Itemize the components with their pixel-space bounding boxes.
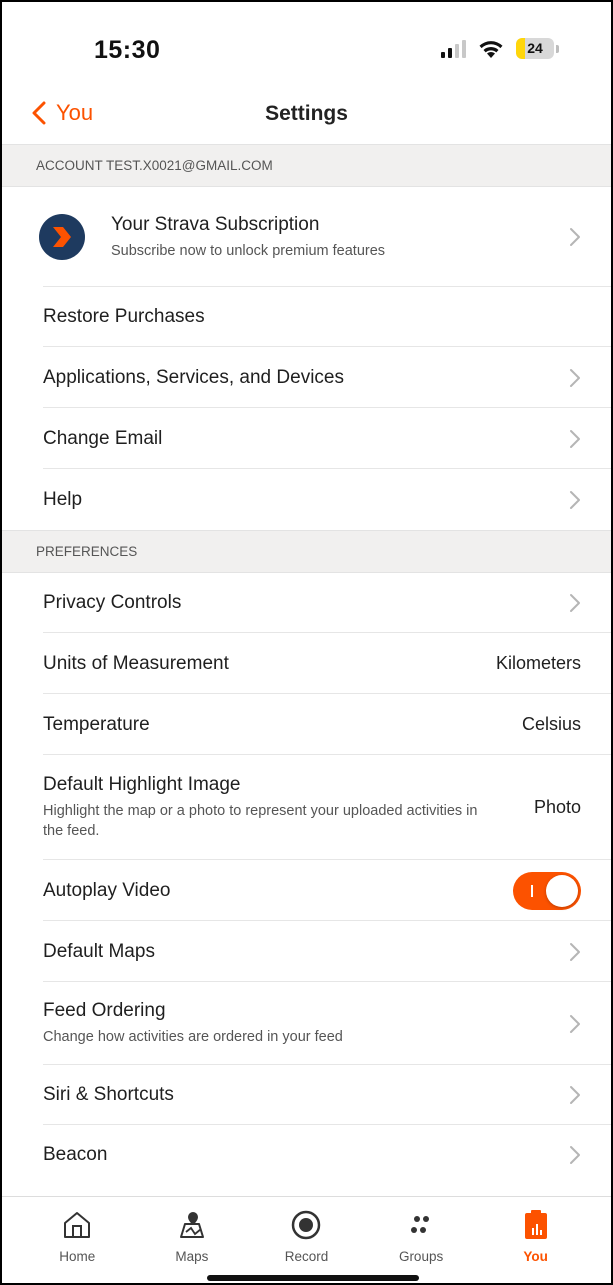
chevron-right-icon: [570, 368, 580, 387]
temperature-value: Celsius: [521, 714, 581, 734]
battery-icon: 24: [516, 38, 559, 59]
battery-level: 24: [527, 40, 543, 56]
section-header-preferences: PREFERENCES: [2, 530, 611, 573]
autoplay-video-toggle[interactable]: [513, 871, 581, 910]
privacy-controls-label: Privacy Controls: [43, 592, 182, 613]
page-title: Settings: [265, 102, 348, 125]
help-label: Help: [43, 488, 83, 510]
maps-icon: [176, 1209, 208, 1241]
tab-you[interactable]: You: [491, 1209, 581, 1264]
chevron-right-icon: [570, 1086, 580, 1104]
tab-home[interactable]: Home: [32, 1209, 122, 1264]
subscription-row[interactable]: Your Strava Subscription Subscribe now t…: [2, 187, 611, 287]
default-maps-row[interactable]: Default Maps: [2, 921, 611, 982]
default-maps-label: Default Maps: [43, 940, 155, 962]
subscription-subtitle: Subscribe now to unlock premium features: [111, 242, 386, 259]
restore-purchases-row[interactable]: Restore Purchases: [2, 287, 611, 347]
highlight-image-label: Default Highlight Image: [43, 774, 241, 795]
chevron-right-icon: [570, 1146, 580, 1164]
tab-home-label: Home: [59, 1249, 96, 1264]
chevron-right-icon: [570, 1014, 580, 1033]
highlight-image-subtitle: Highlight the map or a photo to represen…: [43, 803, 478, 839]
navigation-bar: You Settings: [2, 94, 611, 144]
home-icon: [61, 1209, 93, 1241]
strava-logo-icon: [39, 214, 85, 260]
record-icon: [290, 1209, 322, 1241]
tab-record[interactable]: Record: [261, 1209, 351, 1264]
autoplay-video-row: Autoplay Video: [2, 860, 611, 921]
chevron-right-icon: [570, 429, 580, 448]
highlight-image-row[interactable]: Default Highlight Image Highlight the ma…: [2, 755, 611, 860]
feed-ordering-label: Feed Ordering: [43, 1000, 166, 1021]
tab-maps[interactable]: Maps: [147, 1209, 237, 1264]
feed-ordering-subtitle: Change how activities are ordered in you…: [43, 1029, 343, 1045]
subscription-title: Your Strava Subscription: [111, 213, 320, 235]
change-email-label: Change Email: [43, 427, 163, 449]
siri-shortcuts-label: Siri & Shortcuts: [43, 1084, 174, 1105]
beacon-label: Beacon: [43, 1144, 108, 1165]
units-label: Units of Measurement: [43, 652, 229, 674]
chevron-right-icon: [570, 490, 580, 509]
help-row[interactable]: Help: [2, 469, 611, 530]
change-email-row[interactable]: Change Email: [2, 408, 611, 469]
section-header-account: ACCOUNT TEST.X0021@GMAIL.COM: [2, 144, 611, 187]
temperature-row[interactable]: Temperature Celsius: [2, 694, 611, 755]
tab-groups[interactable]: Groups: [376, 1209, 466, 1264]
highlight-image-value: Photo: [533, 797, 581, 817]
privacy-controls-row[interactable]: Privacy Controls: [2, 573, 611, 633]
tab-groups-label: Groups: [398, 1249, 444, 1264]
units-row[interactable]: Units of Measurement Kilometers: [2, 633, 611, 694]
chevron-right-icon: [570, 942, 580, 961]
status-time: 15:30: [94, 36, 161, 64]
settings-list: ACCOUNT TEST.X0021@GMAIL.COM Your Strava…: [2, 144, 611, 1185]
units-value: Kilometers: [495, 653, 581, 673]
you-icon: [520, 1209, 552, 1241]
groups-icon: [405, 1209, 437, 1241]
status-icons: 24: [441, 38, 559, 59]
siri-shortcuts-row[interactable]: Siri & Shortcuts: [2, 1065, 611, 1125]
autoplay-video-label: Autoplay Video: [43, 879, 171, 901]
tab-maps-label: Maps: [175, 1249, 209, 1264]
chevron-right-icon: [570, 228, 580, 246]
chevron-right-icon: [570, 594, 580, 612]
applications-label: Applications, Services, and Devices: [43, 366, 344, 388]
tab-bar: Home Maps Record Groups You: [2, 1196, 611, 1283]
beacon-row[interactable]: Beacon: [2, 1125, 611, 1185]
phone-screen: 15:30 24 You Settings ACCOUNT TEST.X0021…: [0, 0, 613, 1285]
tab-record-label: Record: [284, 1249, 329, 1264]
status-bar: 15:30 24: [2, 2, 611, 94]
wifi-icon: [479, 40, 503, 58]
feed-ordering-row[interactable]: Feed Ordering Change how activities are …: [2, 982, 611, 1065]
restore-purchases-label: Restore Purchases: [43, 306, 205, 327]
applications-row[interactable]: Applications, Services, and Devices: [2, 347, 611, 408]
tab-you-label: You: [523, 1249, 548, 1264]
cellular-signal-icon: [441, 39, 466, 58]
home-indicator: [207, 1275, 419, 1281]
temperature-label: Temperature: [43, 713, 150, 735]
